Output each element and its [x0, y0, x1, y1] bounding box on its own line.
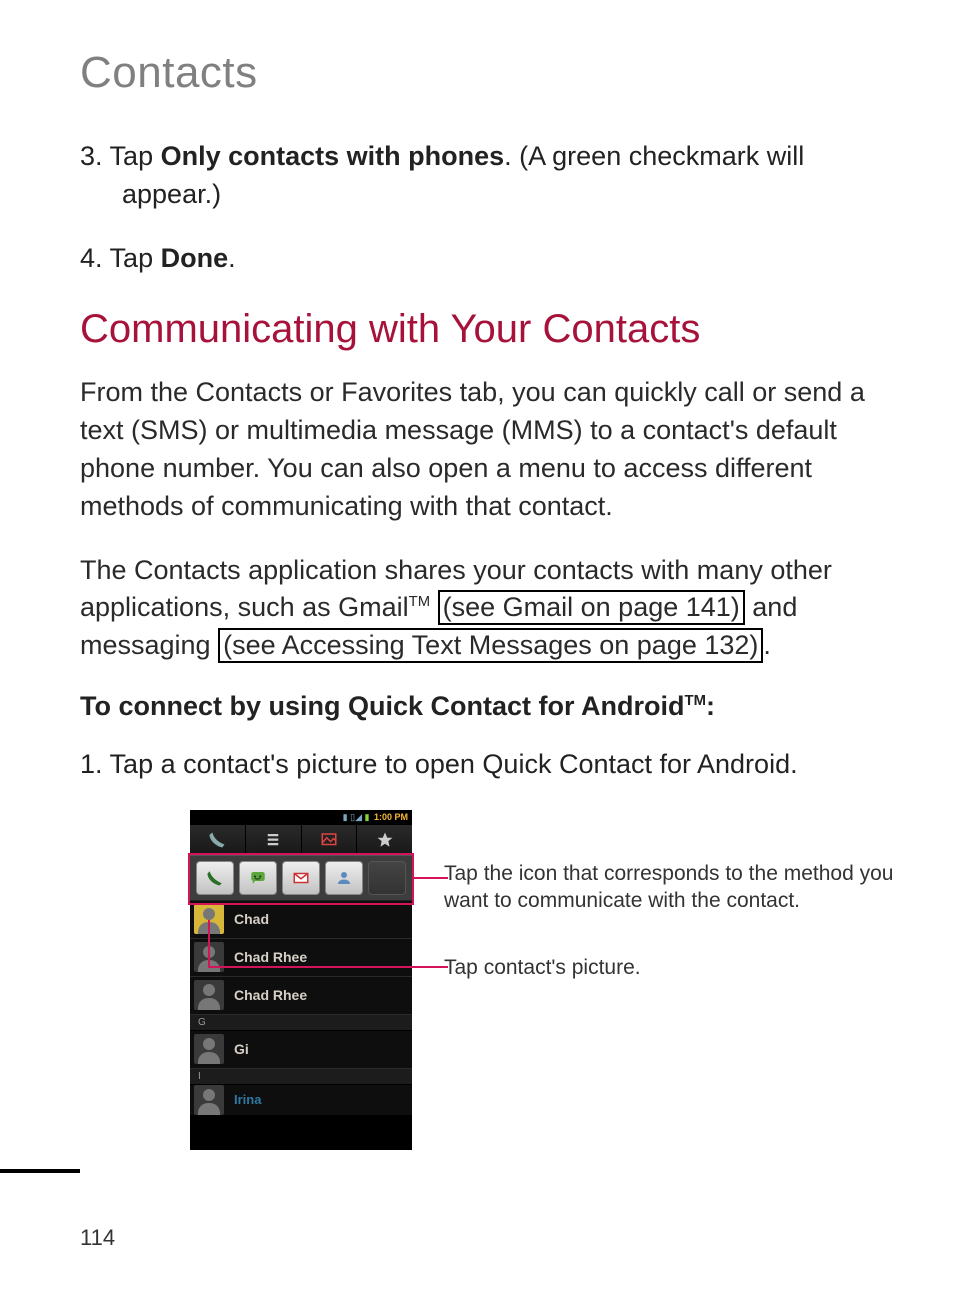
- step-4: 4. Tap Done.: [80, 240, 904, 278]
- p2-end: .: [763, 630, 771, 660]
- quick-contact-bar: [190, 855, 412, 901]
- contact-row[interactable]: Chad Rhee: [190, 939, 412, 977]
- step-4-bold: Done: [161, 243, 229, 273]
- step-3-pre: Tap: [110, 141, 161, 171]
- person-icon: [335, 869, 353, 887]
- contact-row[interactable]: Irina: [190, 1085, 412, 1115]
- step-1-num: 1.: [80, 749, 103, 779]
- qc-gmail-button[interactable]: [282, 861, 320, 895]
- section-letter-i: I: [190, 1069, 412, 1085]
- qc-call-button[interactable]: [196, 861, 234, 895]
- star-icon: [376, 831, 394, 849]
- subhead-post: :: [706, 691, 715, 721]
- status-signal-icon: ▮ ▯◢: [343, 812, 362, 822]
- step-3: 3. Tap Only contacts with phones. (A gre…: [80, 138, 904, 214]
- avatar[interactable]: [194, 980, 224, 1010]
- status-time: 1:00 PM: [374, 812, 408, 822]
- phone-icon: [206, 869, 224, 887]
- step-3-num: 3.: [80, 141, 103, 171]
- section-heading: Communicating with Your Contacts: [80, 307, 904, 352]
- qc-talk-button[interactable]: [325, 861, 363, 895]
- contact-name: Gi: [234, 1041, 249, 1057]
- avatar[interactable]: [194, 942, 224, 972]
- step-1: 1. Tap a contact's picture to open Quick…: [80, 746, 904, 784]
- subheading: To connect by using Quick Contact for An…: [80, 691, 904, 722]
- step-4-post: .: [228, 243, 236, 273]
- paragraph-1: From the Contacts or Favorites tab, you …: [80, 374, 904, 525]
- contact-name: Chad Rhee: [234, 987, 307, 1003]
- avatar[interactable]: [194, 1085, 224, 1115]
- avatar[interactable]: [194, 904, 224, 934]
- chat-icon: [249, 869, 267, 887]
- step-4-pre: Tap: [110, 243, 161, 273]
- gmail-icon: [292, 869, 310, 887]
- trademark-tm: TM: [409, 594, 430, 610]
- tab-dialer[interactable]: [190, 825, 246, 855]
- figure: ▮ ▯◢ ▮ 1:00 PM: [80, 810, 904, 1150]
- list-icon: [264, 831, 282, 849]
- step-3-bold: Only contacts with phones: [161, 141, 505, 171]
- contact-row[interactable]: Gi: [190, 1031, 412, 1069]
- page-title: Contacts: [80, 48, 904, 98]
- step-4-num: 4.: [80, 243, 103, 273]
- paragraph-2: The Contacts application shares your con…: [80, 552, 904, 665]
- subhead-pre: To connect by using Quick Contact for An…: [80, 691, 685, 721]
- phone-screenshot: ▮ ▯◢ ▮ 1:00 PM: [190, 810, 412, 1150]
- status-bar: ▮ ▯◢ ▮ 1:00 PM: [190, 810, 412, 825]
- callout-line-1: [412, 877, 448, 879]
- contact-name: Irina: [234, 1092, 261, 1107]
- contact-row[interactable]: Chad Rhee: [190, 977, 412, 1015]
- phone-icon: [208, 831, 226, 849]
- tab-contacts[interactable]: [246, 825, 302, 855]
- p2-mid1: [430, 592, 438, 622]
- status-battery-icon: ▮: [365, 812, 370, 822]
- page-number: 114: [80, 1225, 115, 1251]
- section-letter-g: G: [190, 1015, 412, 1031]
- tab-favorites[interactable]: [357, 825, 412, 855]
- tab-groups[interactable]: [302, 825, 358, 855]
- trademark-tm-2: TM: [685, 693, 706, 709]
- callout-text-2: Tap contact's picture.: [444, 954, 904, 981]
- contact-name: Chad Rhee: [234, 949, 307, 965]
- avatar[interactable]: [194, 1034, 224, 1064]
- callout-text-1: Tap the icon that corresponds to the met…: [444, 860, 904, 915]
- contact-name: Chad: [234, 911, 269, 927]
- cross-ref-gmail: (see Gmail on page 141): [438, 590, 745, 625]
- picture-icon: [320, 831, 338, 849]
- qc-sms-button[interactable]: [239, 861, 277, 895]
- step-1-text: Tap a contact's picture to open Quick Co…: [110, 749, 798, 779]
- qc-spacer: [368, 861, 406, 895]
- contact-row[interactable]: Chad: [190, 901, 412, 939]
- edge-tab: [0, 1169, 80, 1173]
- cross-ref-messaging: (see Accessing Text Messages on page 132…: [218, 628, 763, 663]
